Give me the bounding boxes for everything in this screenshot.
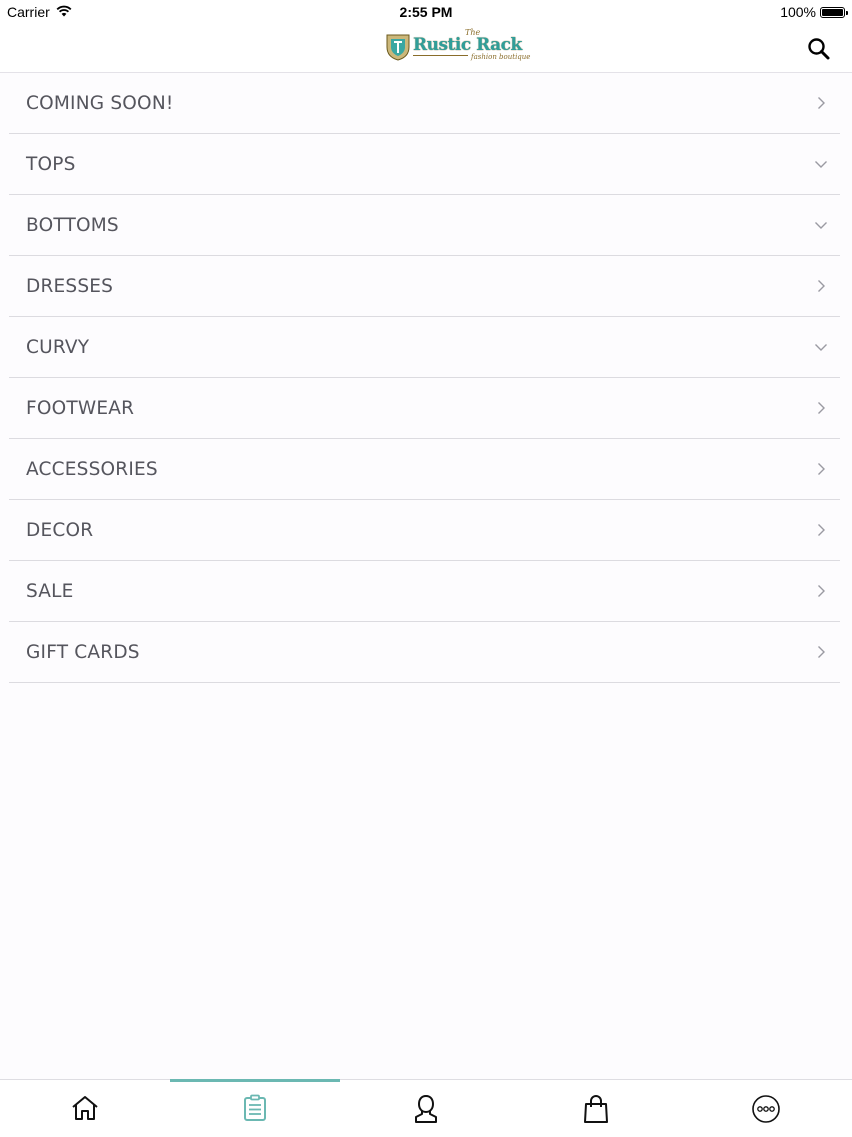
tab-bar (0, 1079, 852, 1137)
battery-icon (820, 6, 848, 18)
logo-tagline: fashion boutique (471, 53, 531, 61)
store-logo[interactable]: The Rustic Rack fashion boutique (385, 28, 533, 64)
chevron-right-icon (818, 280, 825, 292)
menu-item-label: FOOTWEAR (26, 397, 135, 419)
search-button[interactable] (806, 36, 832, 62)
menu-item[interactable]: BOTTOMS (9, 195, 840, 256)
more-icon (752, 1095, 780, 1123)
menu-item-label: SALE (26, 580, 74, 602)
tab-account[interactable] (341, 1080, 511, 1137)
menu-item[interactable]: SALE (9, 561, 840, 622)
catalog-icon (244, 1094, 266, 1121)
menu-item[interactable]: DECOR (9, 500, 840, 561)
category-list: COMING SOON! TOPS BOTTOMS DRESSES CURVY FOOTW… (0, 73, 852, 683)
menu-item-label: CURVY (26, 336, 90, 358)
status-time: 2:55 PM (399, 4, 453, 20)
menu-item[interactable]: CURVY (9, 317, 840, 378)
tab-catalog[interactable] (170, 1079, 340, 1137)
logo-divider (413, 55, 468, 56)
chevron-right-icon (818, 463, 825, 475)
menu-item[interactable]: COMING SOON! (9, 73, 840, 134)
menu-item-label: ACCESSORIES (26, 458, 158, 480)
battery-percent: 100% (780, 4, 816, 20)
status-bar: Carrier 2:55 PM 100% (0, 0, 852, 24)
crest-icon (386, 34, 410, 61)
menu-item[interactable]: FOOTWEAR (9, 378, 840, 439)
tab-home[interactable] (0, 1080, 170, 1137)
menu-item[interactable]: ACCESSORIES (9, 439, 840, 500)
chevron-right-icon (818, 402, 825, 414)
chevron-right-icon (818, 524, 825, 536)
chevron-down-icon (815, 344, 827, 351)
menu-item-label: COMING SOON! (26, 92, 174, 114)
menu-item[interactable]: TOPS (9, 134, 840, 195)
menu-item-label: DRESSES (26, 275, 114, 297)
tab-more[interactable] (681, 1080, 851, 1137)
chevron-down-icon (815, 222, 827, 229)
chevron-right-icon (818, 585, 825, 597)
header: The Rustic Rack fashion boutique (0, 24, 852, 73)
battery-info: 100% (780, 4, 848, 20)
menu-item-label: GIFT CARDS (26, 641, 140, 663)
account-icon (415, 1094, 437, 1123)
menu-item[interactable]: DRESSES (9, 256, 840, 317)
logo-brand: Rustic Rack (413, 35, 522, 55)
active-tab-indicator (170, 1079, 340, 1082)
tab-bag[interactable] (511, 1080, 681, 1137)
menu-item-label: BOTTOMS (26, 214, 119, 236)
menu-item-label: DECOR (26, 519, 94, 541)
chevron-right-icon (818, 646, 825, 658)
search-icon (808, 38, 830, 60)
shopping-bag-icon (584, 1095, 608, 1123)
category-menu: COMING SOON! TOPS BOTTOMS DRESSES CURVY FOOTW… (0, 73, 852, 1079)
menu-item[interactable]: GIFT CARDS (9, 622, 840, 683)
menu-item-label: TOPS (26, 153, 76, 175)
chevron-right-icon (818, 97, 825, 109)
chevron-down-icon (815, 161, 827, 168)
home-icon (72, 1096, 98, 1120)
